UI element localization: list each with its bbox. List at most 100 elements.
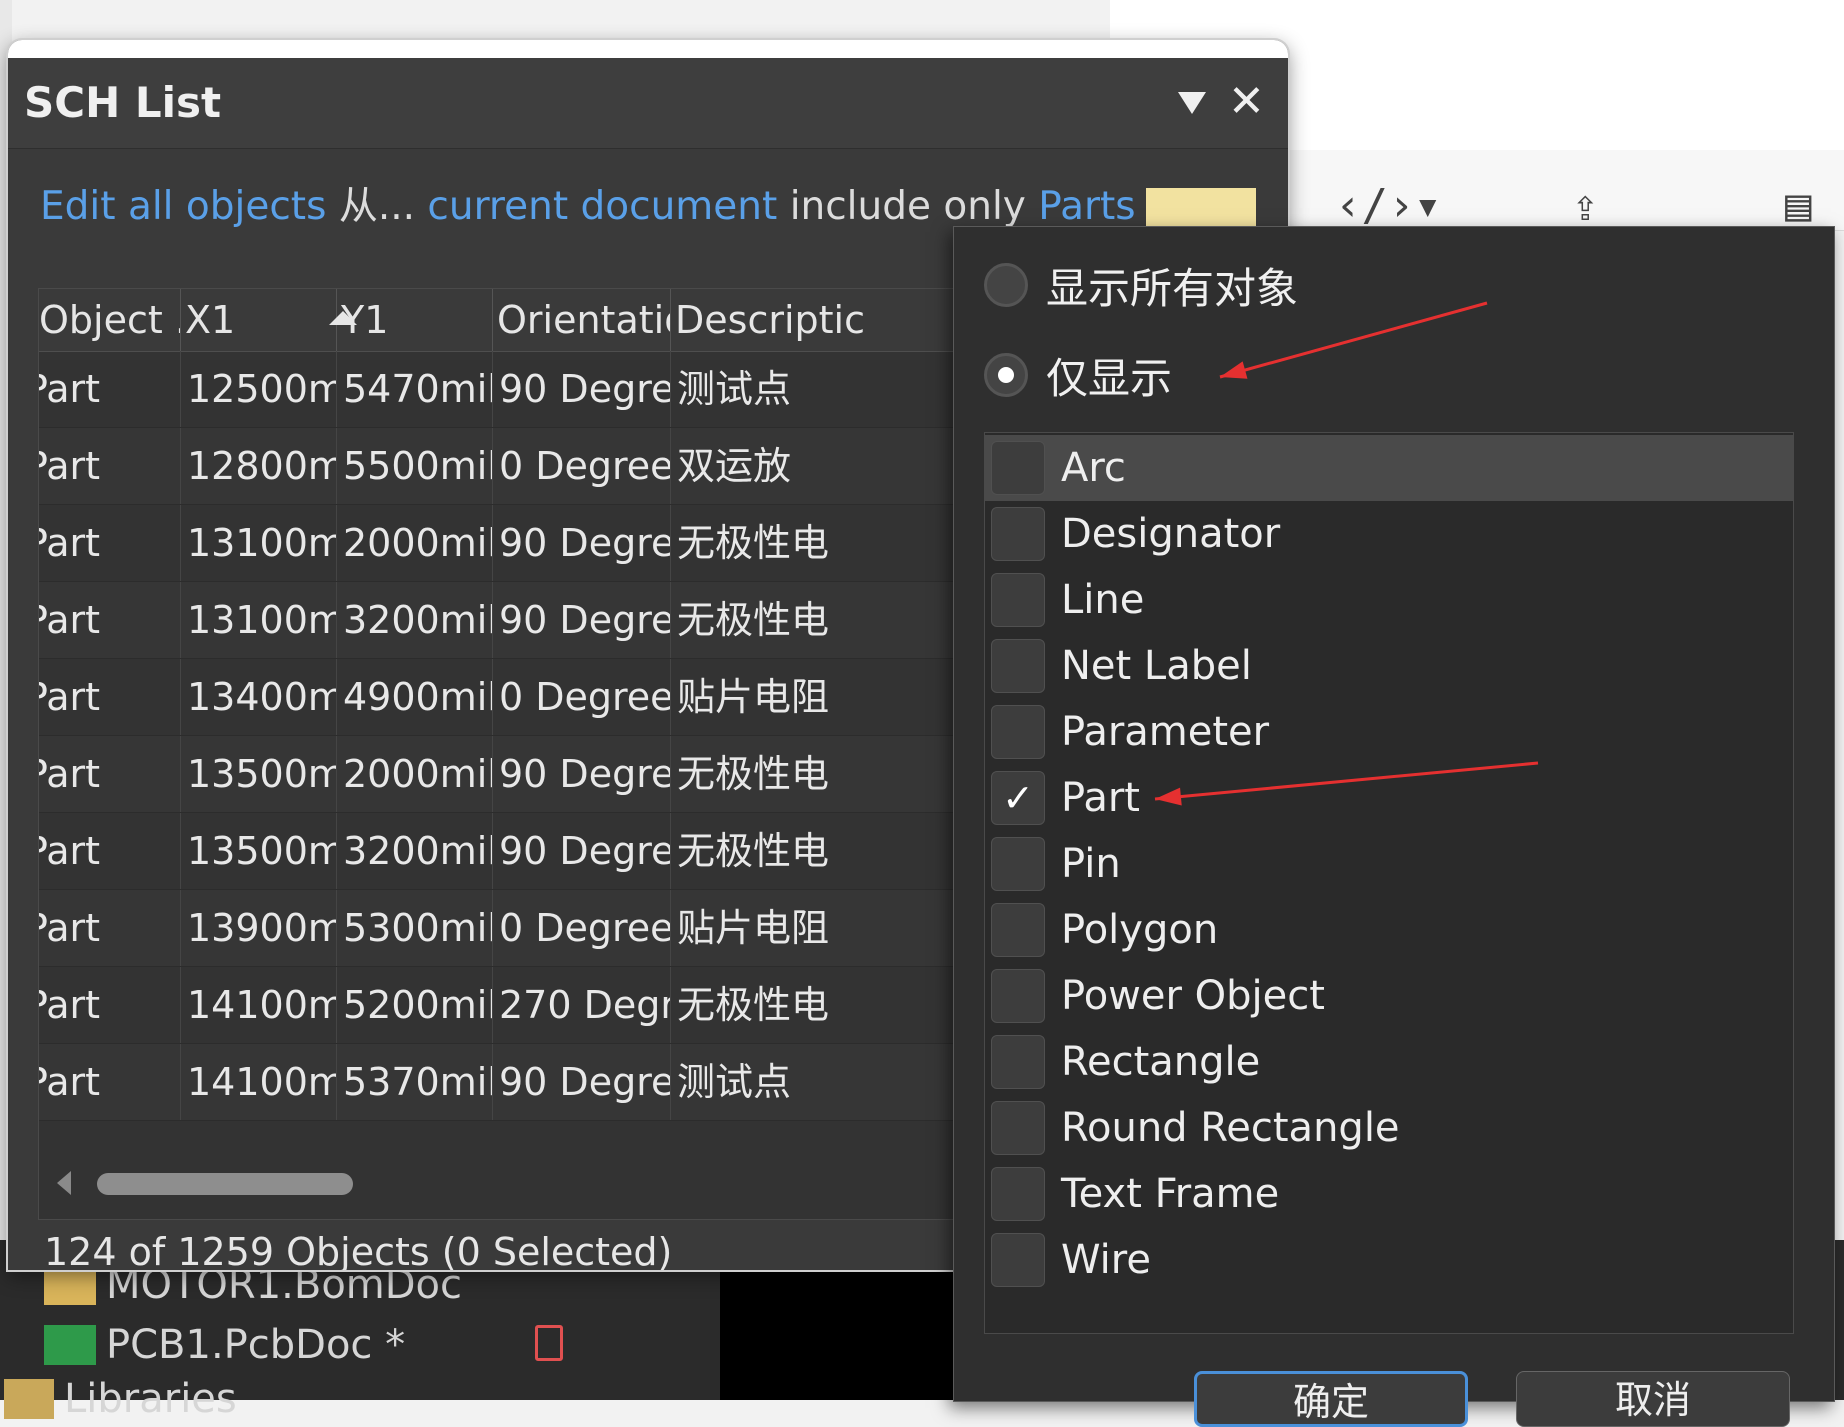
column-header-object-kind[interactable]: Object ...	[39, 289, 181, 351]
cell-y1: 2000mil	[337, 736, 493, 812]
object-type-item[interactable]: Power Object	[985, 963, 1793, 1029]
checkbox[interactable]	[991, 507, 1045, 561]
project-item-pcb[interactable]: PCB1.PcbDoc *	[44, 1322, 405, 1368]
radio-button[interactable]	[984, 263, 1028, 307]
object-type-label: Round Rectangle	[1061, 1105, 1400, 1151]
code-dropdown-icon[interactable]: ‹/›▾	[1335, 180, 1441, 231]
cell-x1: 12500mil	[181, 351, 337, 427]
cell-orientation: 90 Degrees	[493, 582, 671, 658]
status-text: 124 of 1259 Objects (0 Selected)	[44, 1230, 673, 1270]
object-type-label: Polygon	[1061, 907, 1219, 953]
object-type-item[interactable]: Pin	[985, 831, 1793, 897]
column-header-y1[interactable]: Y1	[337, 289, 493, 351]
radio-show-only[interactable]: 仅显示	[984, 345, 1172, 405]
cell-object-kind: Part	[39, 582, 181, 658]
checkbox[interactable]	[991, 837, 1045, 891]
close-icon[interactable]: ✕	[1228, 76, 1265, 127]
radio-show-all-label: 显示所有对象	[1046, 263, 1299, 313]
checkbox[interactable]	[991, 969, 1045, 1023]
layout-icon[interactable]: ▤	[1785, 180, 1812, 231]
filter-verb-link[interactable]: Edit	[40, 184, 116, 229]
checkbox[interactable]	[991, 639, 1045, 693]
project-item-label: Libraries	[64, 1376, 237, 1422]
panel-menu-dropdown-icon[interactable]	[1178, 92, 1206, 114]
cell-x1: 13500mil	[181, 813, 337, 889]
checkbox[interactable]	[991, 1101, 1045, 1155]
cell-object-kind: Part	[39, 505, 181, 581]
cell-orientation: 0 Degrees	[493, 890, 671, 966]
checkbox[interactable]	[991, 705, 1045, 759]
cell-y1: 3200mil	[337, 582, 493, 658]
checkbox[interactable]	[991, 1035, 1045, 1089]
object-type-item[interactable]: Parameter	[985, 699, 1793, 765]
cell-y1: 5500mil	[337, 428, 493, 504]
panel-title: SCH List	[24, 78, 222, 127]
object-type-label: Arc	[1061, 445, 1126, 491]
object-type-item[interactable]: Text Frame	[985, 1161, 1793, 1227]
object-type-label: Wire	[1061, 1237, 1151, 1283]
cell-y1: 3200mil	[337, 813, 493, 889]
checkbox[interactable]	[991, 1167, 1045, 1221]
cell-x1: 14100mil	[181, 967, 337, 1043]
object-type-item[interactable]: Net Label	[985, 633, 1793, 699]
object-type-item[interactable]: Designator	[985, 501, 1793, 567]
filter-sentence: Edit all objects 从... current document i…	[40, 175, 1136, 231]
object-type-label: Text Frame	[1061, 1171, 1280, 1217]
object-type-item[interactable]: Line	[985, 567, 1793, 633]
checkbox[interactable]	[991, 903, 1045, 957]
cell-object-kind: Part	[39, 659, 181, 735]
scroll-left-arrow-icon[interactable]	[57, 1171, 71, 1195]
ok-button[interactable]: 确定	[1194, 1371, 1468, 1427]
cell-x1: 13100mil	[181, 505, 337, 581]
project-item-libraries[interactable]: Libraries	[4, 1376, 237, 1422]
cell-orientation: 90 Degrees	[493, 351, 671, 427]
cell-object-kind: Part	[39, 736, 181, 812]
cell-orientation: 90 Degrees	[493, 1044, 671, 1120]
checkbox[interactable]	[991, 573, 1045, 627]
object-type-item[interactable]: Arc	[985, 435, 1793, 501]
object-type-item[interactable]: Rectangle	[985, 1029, 1793, 1095]
object-type-label: Rectangle	[1061, 1039, 1261, 1085]
filter-kind-link[interactable]: Parts	[1038, 184, 1135, 229]
filter-objects-link[interactable]: all objects	[128, 184, 326, 229]
scrollbar-thumb[interactable]	[97, 1173, 353, 1195]
object-type-item[interactable]: Polygon	[985, 897, 1793, 963]
object-type-label: Part	[1061, 775, 1140, 821]
editor-canvas	[720, 1270, 980, 1400]
object-type-label: Designator	[1061, 511, 1281, 557]
sort-ascending-icon	[329, 311, 357, 325]
radio-show-all[interactable]: 显示所有对象	[984, 255, 1298, 315]
checkbox[interactable]	[991, 1233, 1045, 1287]
cell-y1: 5470mil	[337, 351, 493, 427]
cell-orientation: 270 Degree	[493, 967, 671, 1043]
radio-button-selected[interactable]	[984, 353, 1028, 397]
cell-y1: 4900mil	[337, 659, 493, 735]
cell-x1: 13900mil	[181, 890, 337, 966]
cell-orientation: 90 Degrees	[493, 736, 671, 812]
object-type-item[interactable]: Round Rectangle	[985, 1095, 1793, 1161]
object-type-item[interactable]: Wire	[985, 1227, 1793, 1293]
object-type-item[interactable]: ✓ Part	[985, 765, 1793, 831]
cell-y1: 5370mil	[337, 1044, 493, 1120]
filter-scope-link[interactable]: current document	[427, 184, 777, 229]
folder-icon	[4, 1379, 54, 1419]
checkbox[interactable]	[991, 441, 1045, 495]
cell-object-kind: Part	[39, 351, 181, 427]
cell-orientation: 90 Degrees	[493, 813, 671, 889]
upload-folder-icon[interactable]: ⇪	[1572, 180, 1599, 231]
cell-x1: 13100mil	[181, 582, 337, 658]
document-modified-icon	[535, 1325, 563, 1361]
radio-show-only-label: 仅显示	[1046, 353, 1173, 403]
cell-object-kind: Part	[39, 890, 181, 966]
cancel-button[interactable]: 取消	[1516, 1371, 1790, 1427]
column-header-orientation[interactable]: Orientation	[493, 289, 671, 351]
checkmark-icon: ✓	[1002, 776, 1034, 820]
cell-x1: 12800mil	[181, 428, 337, 504]
checkbox-checked[interactable]: ✓	[991, 771, 1045, 825]
cell-orientation: 0 Degrees	[493, 659, 671, 735]
cell-x1: 14100mil	[181, 1044, 337, 1120]
panel-titlebar[interactable]: SCH List ✕	[8, 58, 1288, 149]
pcb-file-icon	[44, 1325, 96, 1365]
filter-from-label: 从...	[338, 184, 416, 229]
column-header-x1[interactable]: X1	[181, 289, 337, 351]
